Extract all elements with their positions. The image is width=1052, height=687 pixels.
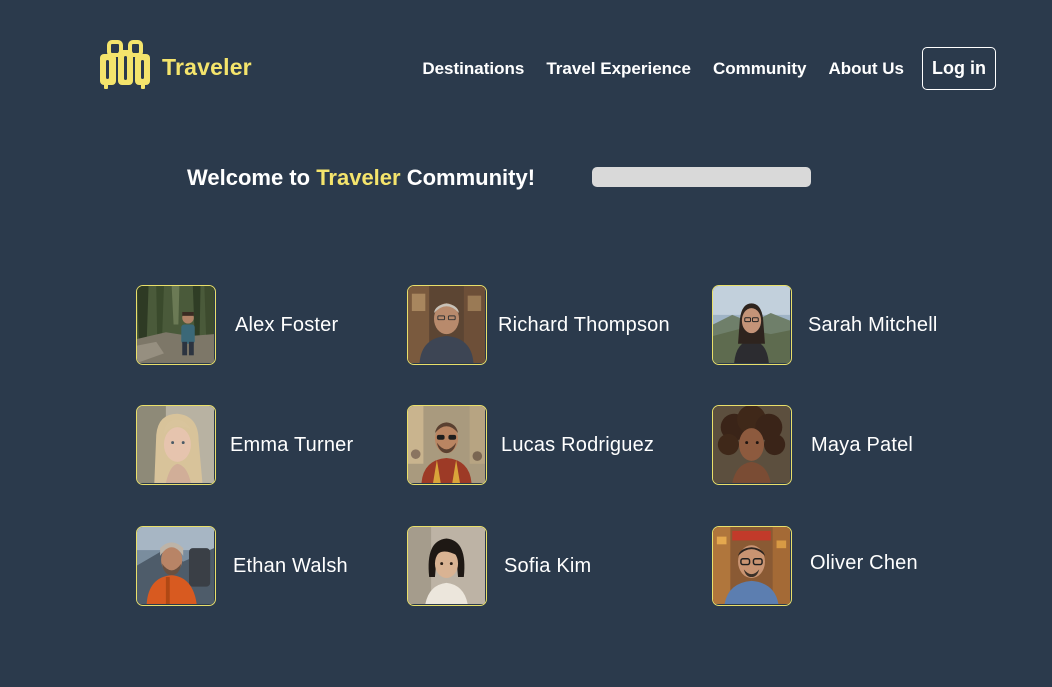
member-name: Oliver Chen [810,551,918,574]
page-title: Welcome to Traveler Community! [187,165,535,191]
welcome-brand: Traveler [316,165,401,190]
nav-item-travel-experience[interactable]: Travel Experience [546,59,691,79]
member-name: Emma Turner [230,433,354,456]
member-card[interactable]: Richard Thompson [407,285,670,365]
member-card[interactable]: Lucas Rodriguez [407,405,654,485]
member-name: Ethan Walsh [233,554,348,577]
member-name: Maya Patel [811,433,914,456]
member-name: Sarah Mitchell [808,313,938,336]
luggage-icon [99,40,151,95]
login-button[interactable]: Log in [922,47,996,90]
welcome-prefix: Welcome to [187,165,317,190]
avatar [136,526,216,606]
member-card[interactable]: Emma Turner [136,405,353,485]
member-name: Lucas Rodriguez [501,433,655,456]
member-name: Alex Foster [235,313,339,336]
avatar [136,405,216,485]
brand-logo[interactable]: Traveler [99,40,252,95]
member-name: Sofia Kim [504,554,592,577]
member-card[interactable]: Oliver Chen [712,526,918,606]
avatar [407,405,487,485]
avatar [136,285,216,365]
brand-name: Traveler [162,54,252,80]
search-input[interactable] [592,167,811,187]
avatar [712,526,792,606]
member-card[interactable]: Sofia Kim [407,526,591,606]
member-name: Richard Thompson [498,313,670,336]
nav-item-community[interactable]: Community [713,59,807,79]
welcome-suffix: Community! [400,165,536,190]
nav-item-about-us[interactable]: About Us [828,59,904,79]
main-nav: Destinations Travel Experience Community… [422,47,996,90]
avatar [712,285,792,365]
nav-item-destinations[interactable]: Destinations [422,59,524,79]
avatar [407,285,487,365]
member-card[interactable]: Sarah Mitchell [712,285,938,365]
avatar [712,405,792,485]
avatar [407,526,487,606]
member-card[interactable]: Ethan Walsh [136,526,348,606]
member-card[interactable]: Maya Patel [712,405,913,485]
member-card[interactable]: Alex Foster [136,285,338,365]
